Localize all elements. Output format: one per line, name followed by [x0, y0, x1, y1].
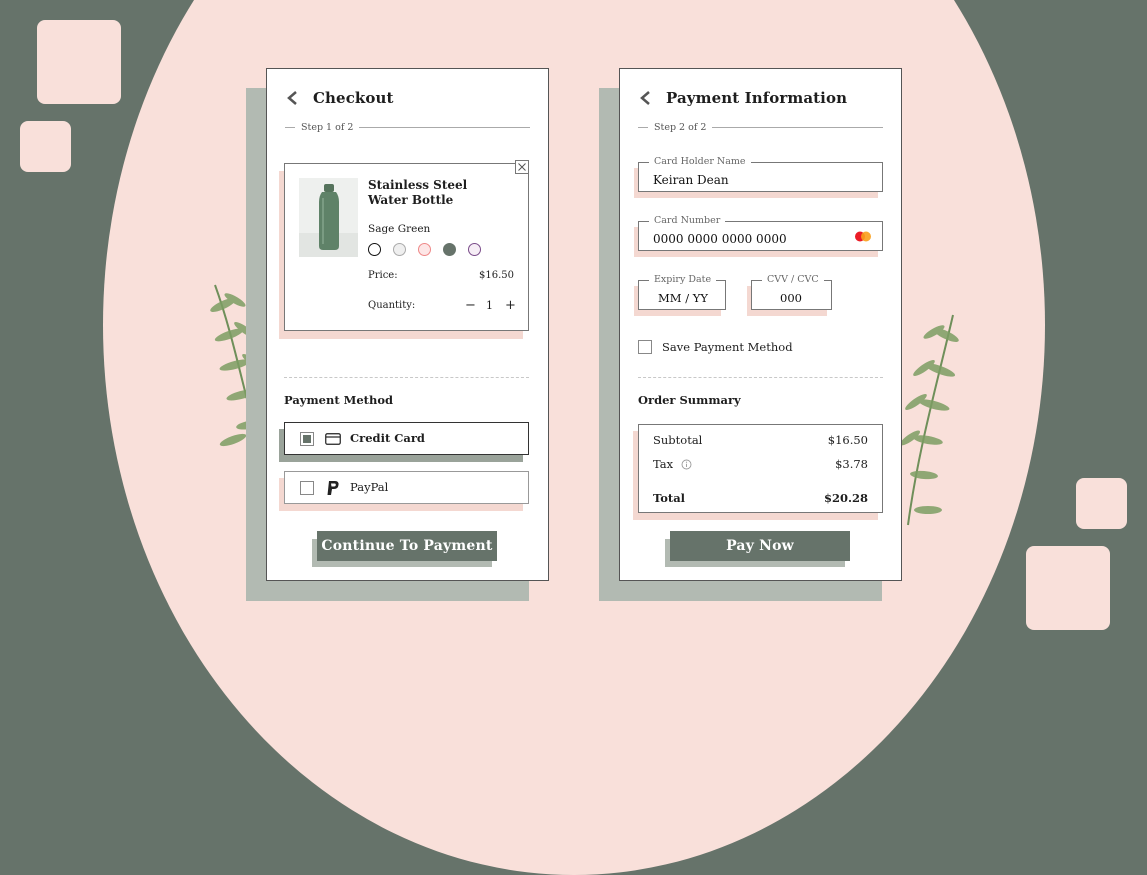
payment-option-credit-card[interactable]: Credit Card [284, 422, 529, 455]
credit-card-checkbox[interactable] [300, 432, 314, 446]
color-swatch-sage-green[interactable] [443, 243, 456, 256]
checkout-header: Checkout [285, 89, 394, 107]
close-icon[interactable] [515, 160, 529, 174]
back-arrow-icon[interactable] [285, 90, 301, 106]
expiry-date-field[interactable]: Expiry Date MM / YY [638, 274, 726, 310]
info-icon[interactable] [681, 459, 692, 470]
order-summary-title: Order Summary [638, 393, 741, 407]
mastercard-icon [855, 231, 871, 242]
divider [638, 377, 883, 378]
quantity-value: 1 [486, 299, 493, 312]
paypal-icon [327, 481, 339, 495]
tax-label: Tax [653, 457, 674, 471]
card-holder-name-value: Keiran Dean [653, 173, 729, 187]
expiry-date-label: Expiry Date [649, 274, 717, 285]
decor-square [1026, 546, 1110, 630]
payment-header: Payment Information [638, 89, 847, 107]
price-label: Price: [368, 270, 398, 281]
save-payment-method-checkbox[interactable] [638, 340, 652, 354]
page-title: Payment Information [666, 89, 848, 107]
color-swatch-white[interactable] [368, 243, 381, 256]
price-value: $16.50 [479, 270, 514, 281]
page-title: Checkout [313, 89, 394, 107]
pay-now-button[interactable]: Pay Now [670, 531, 850, 561]
card-number-label: Card Number [649, 215, 726, 226]
quantity-decrease-button[interactable]: − [465, 298, 476, 313]
quantity-increase-button[interactable]: + [505, 298, 516, 313]
color-swatch-light-grey[interactable] [393, 243, 406, 256]
decor-square [1076, 478, 1127, 529]
step-indicator: Step 1 of 2 [285, 122, 530, 133]
decor-square [20, 121, 71, 172]
total-label: Total [653, 491, 686, 505]
card-number-value: 0000 0000 0000 0000 [653, 232, 787, 246]
subtotal-value: $16.50 [827, 433, 868, 447]
step-label: Step 2 of 2 [654, 122, 707, 133]
color-swatch-pink[interactable] [418, 243, 431, 256]
product-card: Stainless Steel Water Bottle Sage Green … [284, 160, 529, 331]
expiry-date-value: MM / YY [658, 291, 708, 305]
step-indicator: Step 2 of 2 [638, 122, 883, 133]
continue-to-payment-button[interactable]: Continue To Payment [317, 531, 497, 561]
payment-panel: Payment Information Step 2 of 2 Card Hol… [619, 68, 902, 581]
product-color-name: Sage Green [368, 223, 431, 235]
product-image [299, 178, 358, 257]
step-label: Step 1 of 2 [301, 122, 354, 133]
quantity-label: Quantity: [368, 300, 416, 311]
card-holder-name-label: Card Holder Name [649, 156, 751, 167]
back-arrow-icon[interactable] [638, 90, 654, 106]
save-payment-method-label: Save Payment Method [662, 340, 793, 354]
credit-card-icon [325, 433, 341, 445]
subtotal-label: Subtotal [653, 433, 703, 447]
order-summary-card: Subtotal $16.50 Tax $3.78 Total $20.28 [638, 424, 883, 513]
paypal-label: PayPal [350, 480, 389, 494]
credit-card-label: Credit Card [350, 431, 425, 445]
color-swatch-purple[interactable] [468, 243, 481, 256]
decor-square [37, 20, 121, 104]
card-holder-name-field[interactable]: Card Holder Name Keiran Dean [638, 156, 883, 192]
product-name: Stainless Steel Water Bottle [368, 178, 468, 207]
checkout-panel: Checkout Step 1 of 2 Stainless Steel Wat… [266, 68, 549, 581]
total-value: $20.28 [823, 491, 868, 505]
payment-method-title: Payment Method [284, 393, 394, 407]
card-number-field[interactable]: Card Number 0000 0000 0000 0000 [638, 215, 883, 251]
cvv-label: CVV / CVC [762, 274, 824, 285]
cvv-value: 000 [780, 291, 802, 305]
cvv-field[interactable]: CVV / CVC 000 [751, 274, 832, 310]
tax-value: $3.78 [835, 457, 868, 471]
paypal-checkbox[interactable] [300, 481, 314, 495]
payment-option-paypal[interactable]: PayPal [284, 471, 529, 504]
divider [284, 377, 529, 378]
